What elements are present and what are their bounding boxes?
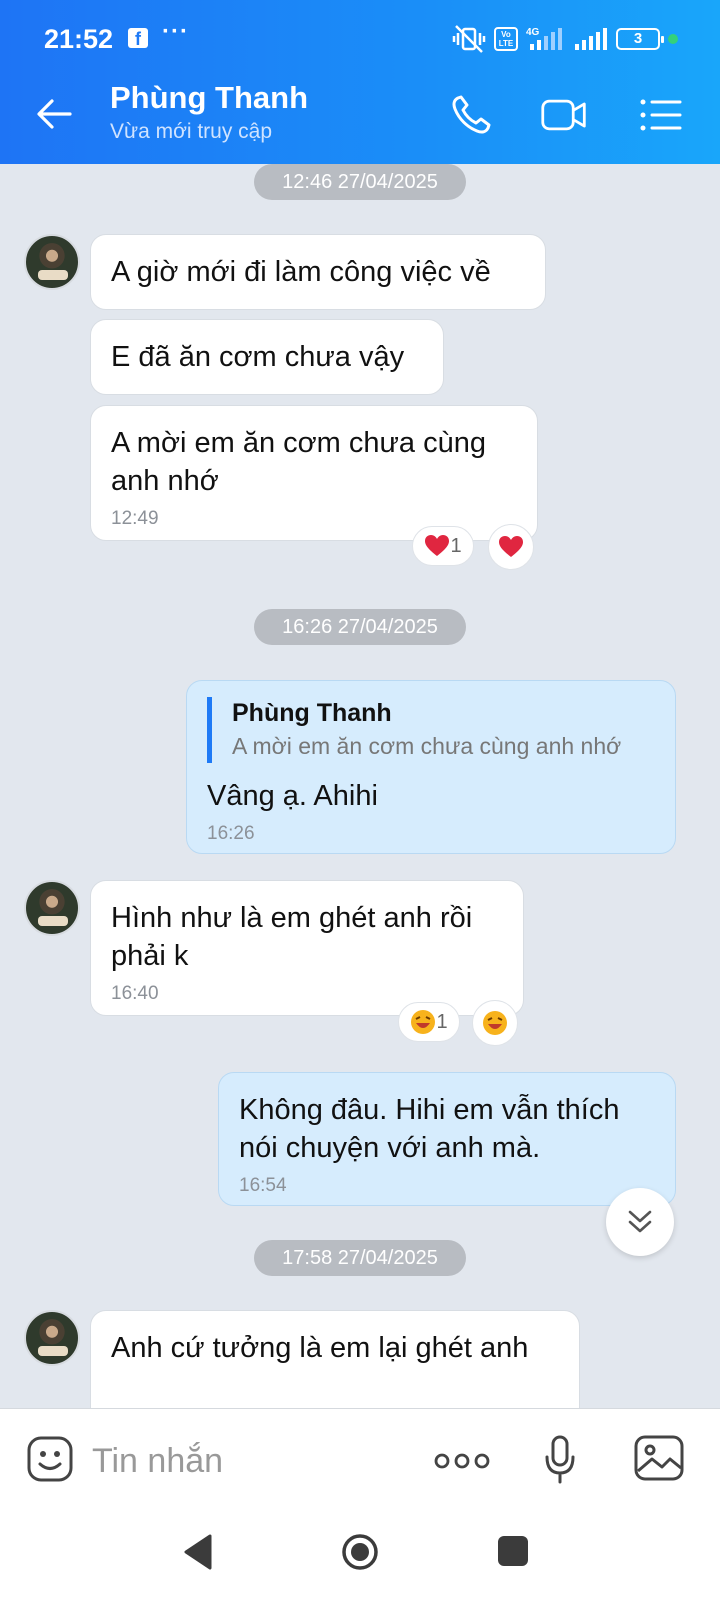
quote-text: A mời em ăn cơm chưa cùng anh nhớ bbox=[232, 733, 622, 759]
more-dots-icon[interactable] bbox=[434, 1449, 490, 1473]
message-bubble[interactable]: E đã ăn cơm chưa vậy bbox=[90, 319, 444, 395]
heart-icon bbox=[499, 536, 523, 557]
message-input[interactable] bbox=[92, 1437, 392, 1485]
menu-list-icon[interactable] bbox=[636, 94, 684, 136]
message-time: 16:54 bbox=[239, 1175, 287, 1196]
message-text: Hình như là em ghét anh rồi phải k bbox=[111, 902, 473, 972]
laughing-emoji-icon bbox=[411, 1010, 436, 1034]
message-text: A mời em ăn cơm chưa cùng anh nhớ bbox=[111, 427, 486, 497]
time-divider: 12:46 27/04/2025 bbox=[254, 164, 466, 200]
phone-icon[interactable] bbox=[448, 94, 496, 136]
signal-icon bbox=[575, 28, 607, 50]
status-bar: 21:52 f ··· Vo LTE 4G 3 bbox=[0, 0, 720, 78]
message-composer bbox=[0, 1408, 720, 1514]
time-divider: 17:58 27/04/2025 bbox=[254, 1240, 466, 1276]
reaction-summary[interactable]: 1 bbox=[398, 1002, 460, 1042]
facebook-notification-icon: f bbox=[128, 28, 148, 49]
avatar[interactable] bbox=[24, 880, 80, 936]
quote-author: Phùng Thanh bbox=[232, 699, 392, 727]
vibrate-off-icon bbox=[452, 25, 486, 53]
image-icon[interactable] bbox=[634, 1435, 684, 1481]
video-icon[interactable] bbox=[540, 94, 588, 136]
message-bubble[interactable]: A mời em ăn cơm chưa cùng anh nhớ 12:49 bbox=[90, 405, 538, 541]
privacy-indicator-dot bbox=[668, 34, 678, 44]
more-notifications-icon: ··· bbox=[162, 18, 189, 45]
scroll-to-bottom-button[interactable] bbox=[606, 1188, 674, 1256]
volte-icon: Vo LTE bbox=[494, 27, 518, 51]
nav-home-icon[interactable] bbox=[340, 1532, 380, 1572]
message-bubble[interactable]: Hình như là em ghét anh rồi phải k 16:40 bbox=[90, 880, 524, 1016]
contact-status: Vừa mới truy cập bbox=[110, 120, 273, 143]
status-icons: Vo LTE 4G 3 bbox=[452, 24, 678, 54]
message-bubble[interactable]: A giờ mới đi làm công việc về bbox=[90, 234, 546, 310]
reply-quote[interactable]: Phùng Thanh A mời em ăn cơm chưa cùng an… bbox=[207, 697, 655, 763]
message-text: Không đâu. Hihi em vẫn thích nói chuyện … bbox=[239, 1094, 620, 1164]
message-text: Vâng ạ. Ahihi bbox=[207, 780, 378, 812]
message-text: Anh cứ tưởng là em lại ghét anh bbox=[111, 1332, 529, 1364]
message-time: 16:26 bbox=[207, 823, 255, 844]
message-bubble-mine[interactable]: Không đâu. Hihi em vẫn thích nói chuyện … bbox=[218, 1072, 676, 1206]
chat-header: 21:52 f ··· Vo LTE 4G 3 Phùng Thanh Vừa … bbox=[0, 0, 720, 164]
emoji-icon[interactable] bbox=[26, 1435, 74, 1483]
time-divider: 16:26 27/04/2025 bbox=[254, 609, 466, 645]
reaction-summary[interactable]: 1 bbox=[412, 526, 474, 566]
battery-icon: 3 bbox=[616, 28, 664, 50]
status-time: 21:52 bbox=[44, 24, 114, 54]
message-bubble-mine[interactable]: Phùng Thanh A mời em ăn cơm chưa cùng an… bbox=[186, 680, 676, 854]
nav-back-icon[interactable] bbox=[182, 1534, 214, 1570]
heart-icon bbox=[425, 535, 450, 556]
message-text: A giờ mới đi làm công việc về bbox=[111, 256, 491, 288]
avatar[interactable] bbox=[24, 234, 80, 290]
chevron-double-down-icon bbox=[628, 1210, 652, 1233]
react-button[interactable] bbox=[488, 524, 534, 570]
reaction-count: 1 bbox=[436, 1010, 448, 1033]
react-button[interactable] bbox=[472, 1000, 518, 1046]
mic-icon[interactable] bbox=[544, 1435, 576, 1485]
signal-4g-icon: 4G bbox=[526, 27, 562, 50]
avatar[interactable] bbox=[24, 1310, 80, 1366]
reaction-count: 1 bbox=[450, 534, 462, 557]
laughing-emoji-icon bbox=[483, 1011, 507, 1035]
system-nav-bar bbox=[0, 1514, 720, 1600]
svg-text:4G: 4G bbox=[526, 27, 540, 38]
nav-recent-apps-icon[interactable] bbox=[498, 1536, 528, 1566]
message-text: E đã ăn cơm chưa vậy bbox=[111, 341, 405, 373]
back-arrow-icon[interactable] bbox=[34, 94, 74, 134]
contact-name[interactable]: Phùng Thanh bbox=[110, 80, 308, 116]
message-bubble[interactable]: Anh cứ tưởng là em lại ghét anh bbox=[90, 1310, 580, 1408]
chat-messages-area[interactable]: 12:46 27/04/2025 A giờ mới đi làm công v… bbox=[0, 164, 720, 1408]
